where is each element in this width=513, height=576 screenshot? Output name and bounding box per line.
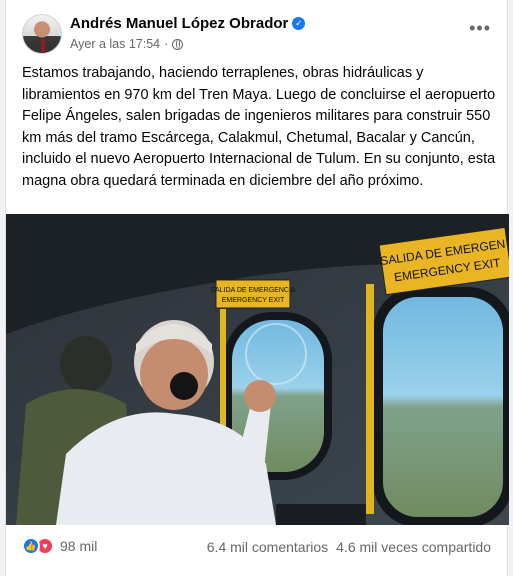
more-options-icon[interactable]: •••: [469, 18, 491, 39]
post-footer: 👍 ♥ 98 mil 6.4 mil comentarios 4.6 mil v…: [6, 528, 509, 564]
post-card: Andrés Manuel López Obrador ✓ Ayer a las…: [5, 0, 509, 576]
verified-badge-icon: ✓: [292, 17, 306, 30]
reactions-summary[interactable]: 👍 ♥ 98 mil: [22, 537, 97, 555]
author-line: Andrés Manuel López Obrador ✓: [70, 15, 306, 32]
post-header: Andrés Manuel López Obrador ✓ Ayer a las…: [6, 12, 509, 56]
post-timestamp[interactable]: Ayer a las 17:54: [70, 37, 160, 51]
post-text: Estamos trabajando, haciendo terraplenes…: [22, 65, 496, 189]
public-globe-icon: [172, 38, 184, 50]
like-reaction-icon: 👍: [22, 537, 40, 555]
author-name[interactable]: Andrés Manuel López Obrador: [70, 15, 288, 32]
engagement-stats: 6.4 mil comentarios 4.6 mil veces compar…: [207, 539, 491, 555]
reactions-count: 98 mil: [60, 538, 98, 554]
shares-count[interactable]: 4.6 mil veces compartido: [336, 539, 491, 555]
sign-left-line2: EMERGENCY EXIT: [222, 297, 285, 304]
comments-count[interactable]: 6.4 mil comentarios: [207, 539, 328, 555]
post-meta: Ayer a las 17:54 ·: [70, 37, 184, 51]
window-right: [373, 287, 509, 525]
author-avatar[interactable]: [22, 14, 62, 54]
sign-left-line1: SALIDA DE EMERGENCIA: [210, 287, 296, 294]
post-photo[interactable]: SALIDA DE EMERGENCIA EMERGENCY EXIT SALI…: [6, 214, 509, 525]
